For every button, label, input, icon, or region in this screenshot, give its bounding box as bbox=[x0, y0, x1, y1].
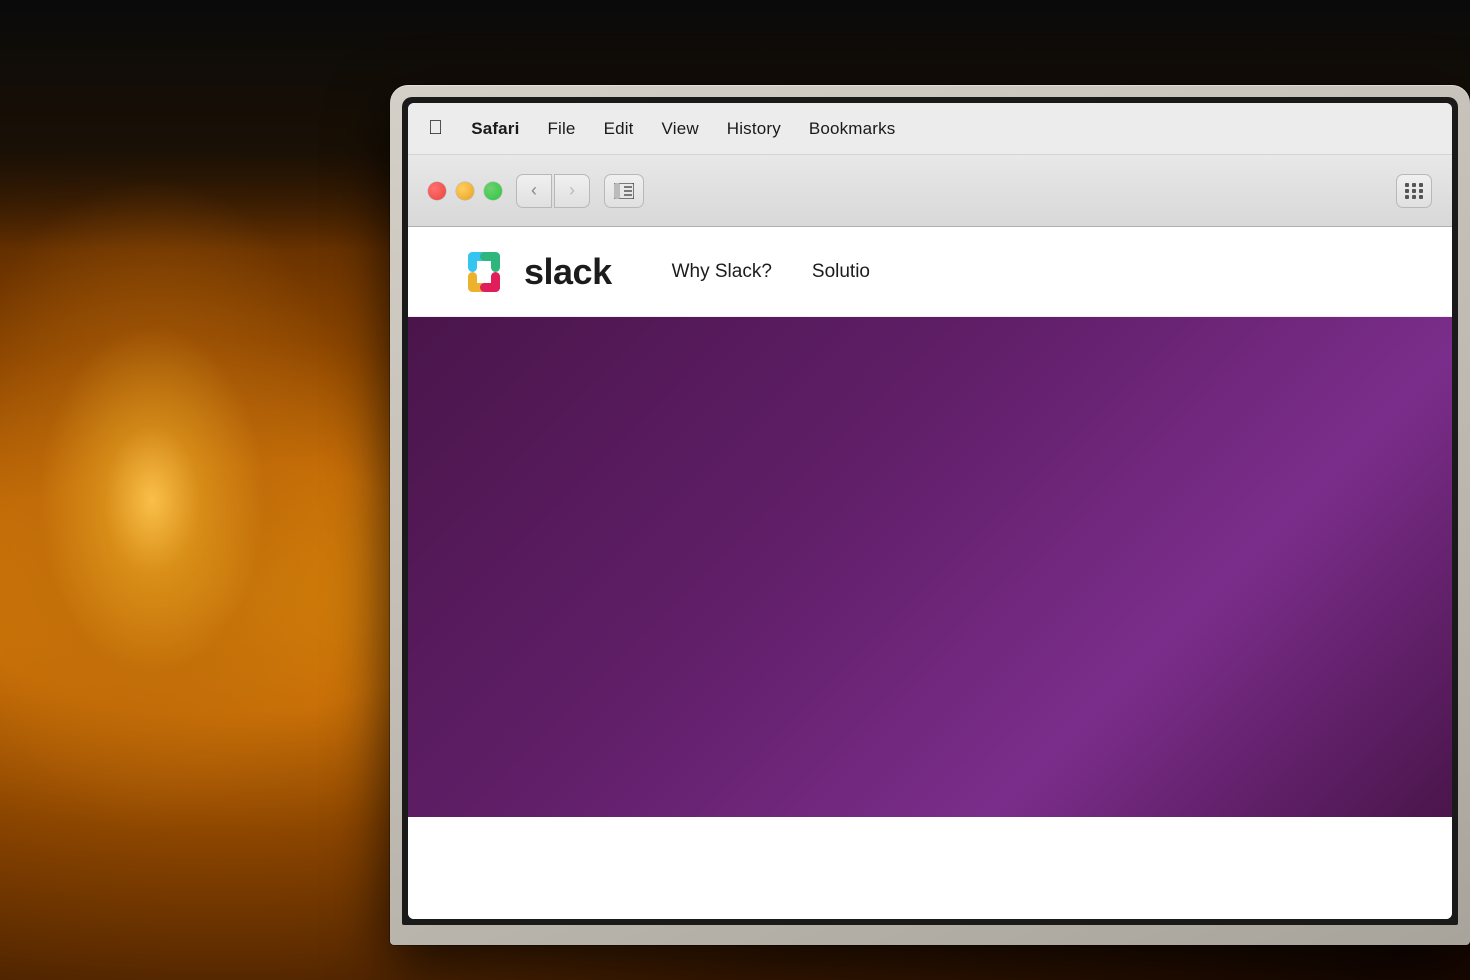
back-icon: ‹ bbox=[531, 180, 537, 201]
slack-logo: slack bbox=[458, 246, 612, 298]
sidebar-toggle-icon bbox=[614, 183, 634, 199]
why-slack-link[interactable]: Why Slack? bbox=[672, 261, 772, 283]
browser-chrome: ‹ › bbox=[408, 155, 1452, 227]
view-menu[interactable]: View bbox=[662, 119, 699, 139]
edit-menu[interactable]: Edit bbox=[604, 119, 634, 139]
minimize-button[interactable] bbox=[456, 182, 474, 200]
webpage-content: slack Why Slack? Solutio bbox=[408, 227, 1452, 919]
slack-wordmark: slack bbox=[524, 251, 612, 293]
macos-menu-bar:  Safari File Edit View History Bookmark… bbox=[408, 103, 1452, 155]
history-menu[interactable]: History bbox=[727, 119, 781, 139]
bookmarks-menu[interactable]: Bookmarks bbox=[809, 119, 896, 139]
slack-logo-icon bbox=[458, 246, 510, 298]
laptop-frame:  Safari File Edit View History Bookmark… bbox=[390, 85, 1470, 945]
back-button[interactable]: ‹ bbox=[516, 174, 552, 208]
solutions-link[interactable]: Solutio bbox=[812, 261, 870, 283]
forward-button[interactable]: › bbox=[554, 174, 590, 208]
grid-button[interactable] bbox=[1396, 174, 1432, 208]
lamp-glow-effect bbox=[0, 150, 380, 850]
close-button[interactable] bbox=[428, 182, 446, 200]
forward-icon: › bbox=[569, 180, 575, 201]
screen-bezel:  Safari File Edit View History Bookmark… bbox=[402, 97, 1458, 925]
slack-navbar: slack Why Slack? Solutio bbox=[408, 227, 1452, 317]
slack-hero-section bbox=[408, 317, 1452, 817]
grid-icon bbox=[1405, 183, 1424, 199]
nav-buttons: ‹ › bbox=[516, 174, 590, 208]
traffic-lights bbox=[428, 182, 502, 200]
safari-menu[interactable]: Safari bbox=[471, 119, 519, 139]
maximize-button[interactable] bbox=[484, 182, 502, 200]
slack-nav-links: Why Slack? Solutio bbox=[672, 261, 870, 283]
apple-menu[interactable]:  bbox=[428, 117, 443, 140]
file-menu[interactable]: File bbox=[547, 119, 575, 139]
sidebar-toggle-button[interactable] bbox=[604, 174, 644, 208]
screen:  Safari File Edit View History Bookmark… bbox=[408, 103, 1452, 919]
